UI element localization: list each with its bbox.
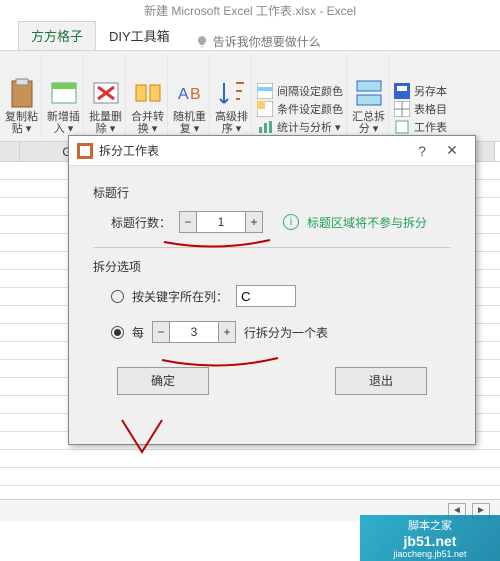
dialog-close-button[interactable]: ✕ [437, 142, 467, 159]
col-head-blank[interactable] [0, 142, 20, 161]
title-rows-minus[interactable]: − [179, 211, 197, 233]
label-every-suffix: 行拆分为一个表 [244, 324, 328, 341]
keyword-column-input[interactable] [236, 285, 296, 307]
ribbon: 复制粘 贴 ▾ 新增插 入 ▾ 批量删 除 ▾ 合并转 换 ▾ AB 随机重 复… [0, 50, 500, 142]
split-worksheet-dialog: 拆分工作表 ? ✕ 标题行 标题行数： − 1 + i 标题区域将不参与拆分 拆… [68, 135, 476, 445]
ribbon-insert-label: 新增插 入 ▾ [47, 111, 80, 135]
ribbon-delete-label: 批量删 除 ▾ [89, 111, 122, 135]
sort-icon [216, 77, 248, 109]
every-rows-stepper: − 3 + [152, 321, 236, 343]
bulb-icon [195, 35, 209, 49]
grid-color-icon [257, 83, 273, 99]
merge-icon [132, 77, 164, 109]
ribbon-batch-delete[interactable]: 批量删 除 ▾ [86, 55, 126, 137]
save-icon [394, 83, 410, 99]
ribbon-insert[interactable]: 新增插 入 ▾ [44, 55, 84, 137]
annotation-underline-2 [160, 356, 280, 372]
svg-text:A: A [178, 86, 189, 103]
label-title-rows: 标题行数： [111, 214, 171, 231]
tell-me-label: 告诉我你想要做什么 [213, 33, 321, 50]
dialog-help-button[interactable]: ? [407, 143, 437, 159]
ribbon-sort-label: 高级排 序 ▾ [215, 111, 248, 135]
section-title-rows: 标题行 [93, 184, 451, 201]
random-icon: AB [174, 77, 206, 109]
every-rows-minus[interactable]: − [152, 321, 170, 343]
tab-fangfang[interactable]: 方方格子 [18, 21, 96, 50]
ribbon-split-label: 汇总拆 分 ▾ [352, 111, 385, 135]
ribbon-color-group: 间隔设定颜色 条件设定颜色 统计与分析 ▾ [254, 55, 347, 137]
ribbon-merge[interactable]: 合并转 换 ▾ [128, 55, 168, 137]
app-titlebar: 新建 Microsoft Excel 工作表.xlsx - Excel [0, 0, 500, 22]
info-icon: i [283, 214, 299, 230]
cond-color-icon [257, 101, 273, 117]
label-every-prefix: 每 [132, 324, 144, 341]
radio-by-keyword[interactable] [111, 290, 124, 303]
ribbon-random-label: 随机重 复 ▾ [173, 111, 206, 135]
ribbon-tabs: 方方格子 DIY工具箱 告诉我你想要做什么 [0, 22, 500, 50]
insert-icon [48, 77, 80, 109]
svg-text:B: B [190, 86, 201, 103]
annotation-arrow [112, 418, 172, 458]
ribbon-advsort[interactable]: 高级排 序 ▾ [212, 55, 252, 137]
title-rows-plus[interactable]: + [245, 211, 263, 233]
ribbon-copy-label: 复制粘 贴 ▾ [5, 111, 38, 135]
ribbon-random[interactable]: AB 随机重 复 ▾ [170, 55, 210, 137]
ribbon-tablefmt[interactable]: 表格目 [394, 101, 447, 117]
every-rows-plus[interactable]: + [218, 321, 236, 343]
dialog-titlebar[interactable]: 拆分工作表 ? ✕ [69, 136, 475, 166]
watermark: 脚本之家 jb51.net jiaocheng.jb51.net [360, 515, 500, 561]
clipboard-icon [6, 77, 38, 109]
ribbon-cond-color[interactable]: 条件设定颜色 [257, 101, 343, 117]
label-by-keyword: 按关键字所在列： [132, 288, 228, 305]
every-rows-value[interactable]: 3 [170, 321, 218, 343]
ribbon-right-group: 另存本 表格目 工作表 [391, 55, 450, 137]
ribbon-copy-paste[interactable]: 复制粘 贴 ▾ [2, 55, 42, 137]
table-icon [394, 101, 410, 117]
tell-me[interactable]: 告诉我你想要做什么 [195, 33, 321, 50]
sheet-icon [394, 119, 410, 135]
dialog-title: 拆分工作表 [99, 142, 407, 159]
radio-every-rows[interactable] [111, 326, 124, 339]
dialog-icon [77, 143, 93, 159]
section-split-options: 拆分选项 [93, 258, 451, 275]
title-rows-value[interactable]: 1 [197, 211, 245, 233]
delete-icon [90, 77, 122, 109]
ribbon-merge-label: 合并转 换 ▾ [131, 111, 164, 135]
ribbon-saveas[interactable]: 另存本 [394, 83, 447, 99]
title-rows-stepper: − 1 + [179, 211, 263, 233]
cancel-button[interactable]: 退出 [335, 367, 427, 395]
annotation-underline-1 [162, 238, 272, 252]
ribbon-worksheet[interactable]: 工作表 [394, 119, 447, 135]
divider [93, 247, 451, 248]
ribbon-split-sum[interactable]: 汇总拆 分 ▾ [349, 55, 389, 137]
stats-icon [257, 119, 273, 135]
tab-diy-toolbox[interactable]: DIY工具箱 [96, 21, 183, 50]
title-rows-hint: 标题区域将不参与拆分 [307, 214, 427, 231]
ribbon-stats[interactable]: 统计与分析 ▾ [257, 119, 341, 135]
split-icon [353, 77, 385, 109]
ribbon-interval-color[interactable]: 间隔设定颜色 [257, 83, 343, 99]
